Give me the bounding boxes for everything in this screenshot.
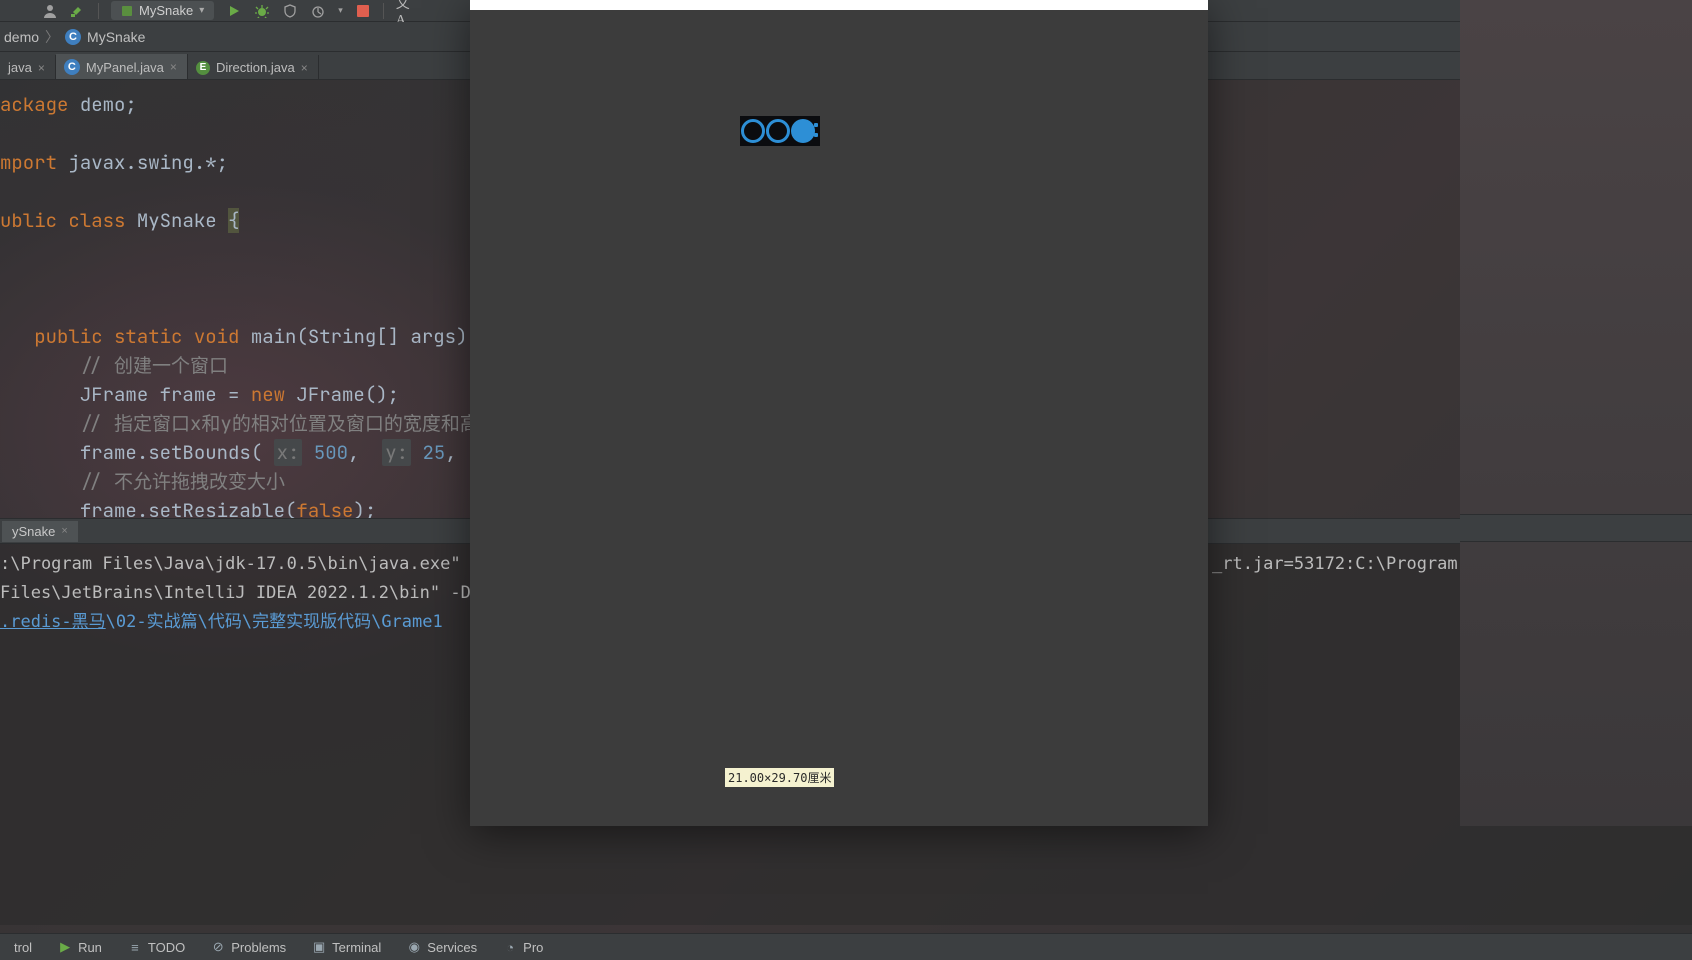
app-icon xyxy=(121,5,133,17)
snake-head xyxy=(791,119,815,143)
class-file-icon: C xyxy=(64,59,80,75)
tab-label: java xyxy=(8,60,32,75)
user-icon[interactable] xyxy=(42,3,58,19)
tooltip-text: 21.00×29.70厘米 xyxy=(728,771,831,785)
right-background-strip xyxy=(1460,0,1692,826)
translate-icon[interactable]: 文A xyxy=(396,3,412,19)
tab-label: Direction.java xyxy=(216,60,295,75)
terminal-icon: ▣ xyxy=(312,939,326,955)
snake-sprite xyxy=(740,116,820,146)
toolbar-separator xyxy=(98,3,99,19)
tool-button-vcs[interactable]: trol xyxy=(2,934,44,960)
tool-label: Terminal xyxy=(332,940,381,955)
stop-icon[interactable] xyxy=(355,3,371,19)
tool-button-problems[interactable]: ⊘ Problems xyxy=(199,934,298,960)
hammer-build-icon[interactable] xyxy=(70,3,86,19)
bottom-tool-bar: trol ▶ Run ≡ TODO ⊘ Problems ▣ Terminal … xyxy=(0,933,1692,960)
tool-label: TODO xyxy=(148,940,185,955)
app-canvas[interactable]: 21.00×29.70厘米 xyxy=(470,10,1208,826)
close-icon[interactable]: × xyxy=(170,60,177,74)
tool-button-run[interactable]: ▶ Run xyxy=(46,934,114,960)
run-icon[interactable] xyxy=(226,3,242,19)
close-icon[interactable]: × xyxy=(301,61,308,75)
snake-body-segment xyxy=(741,119,765,143)
chevron-right-icon: 〉 xyxy=(45,27,59,47)
profiler-icon: ◔ xyxy=(503,940,517,955)
close-icon[interactable]: × xyxy=(38,61,45,75)
editor-tab[interactable]: E Direction.java × xyxy=(188,55,319,79)
size-tooltip: 21.00×29.70厘米 xyxy=(725,768,834,787)
run-config-selector[interactable]: MySnake ▾ xyxy=(111,1,214,20)
tool-button-todo[interactable]: ≡ TODO xyxy=(116,934,197,960)
run-config-label: MySnake xyxy=(139,3,193,18)
tool-label: Pro xyxy=(523,940,543,955)
tool-label: Run xyxy=(78,940,102,955)
close-icon[interactable]: × xyxy=(61,525,67,537)
tab-label: MyPanel.java xyxy=(86,60,164,75)
run-tab[interactable]: ySnake × xyxy=(2,521,78,542)
app-titlebar[interactable] xyxy=(470,0,1208,10)
tool-label: trol xyxy=(14,940,32,955)
coverage-icon[interactable] xyxy=(282,3,298,19)
debug-icon[interactable] xyxy=(254,3,270,19)
snake-body-segment xyxy=(766,119,790,143)
tool-button-profiler[interactable]: ◔ Pro xyxy=(491,934,555,960)
tool-button-terminal[interactable]: ▣ Terminal xyxy=(300,934,393,960)
run-tab-label: ySnake xyxy=(12,524,55,539)
tool-button-services[interactable]: ◉ Services xyxy=(395,934,489,960)
editor-tab[interactable]: C MyPanel.java × xyxy=(56,54,188,79)
chevron-down-icon: ▾ xyxy=(199,5,204,16)
breadcrumb-segment[interactable]: demo xyxy=(4,29,39,45)
play-icon: ▶ xyxy=(58,939,72,955)
warning-icon: ⊘ xyxy=(211,939,225,955)
chevron-down-icon[interactable]: ▾ xyxy=(338,5,343,16)
list-icon: ≡ xyxy=(128,940,142,955)
snake-app-window[interactable]: 21.00×29.70厘米 xyxy=(470,0,1208,826)
services-icon: ◉ xyxy=(407,939,421,955)
class-file-icon: C xyxy=(65,29,81,45)
editor-tab[interactable]: java × xyxy=(0,55,56,79)
profiler-icon[interactable] xyxy=(310,3,326,19)
tool-label: Problems xyxy=(231,940,286,955)
toolbar-separator xyxy=(383,3,384,19)
enum-file-icon: E xyxy=(196,61,210,75)
tool-label: Services xyxy=(427,940,477,955)
breadcrumb-segment[interactable]: MySnake xyxy=(87,29,145,45)
